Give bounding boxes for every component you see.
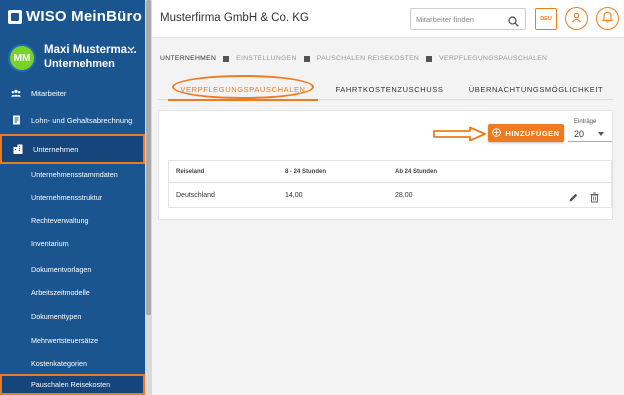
breadcrumb-item: VERPFLEGUNGSPAUSCHALEN <box>439 55 548 62</box>
logo-text: WISO MeinBüro <box>26 8 142 25</box>
sidebar-subitem[interactable]: Inventarium <box>0 232 145 254</box>
breadcrumb-separator <box>426 55 433 62</box>
sidebar-subitem[interactable]: Dokumentvorlagen <box>0 258 145 280</box>
user-icon <box>571 10 582 28</box>
breadcrumb: UNTERNEHMEN EINSTELLUNGEN PAUSCHALEN REI… <box>160 55 547 62</box>
app-window: WISO MeinBüro MM Maxi Musterma... Untern… <box>0 0 624 395</box>
entries-value: 20 <box>574 128 585 139</box>
cell-rate-8-24: 14,00 <box>285 192 303 199</box>
tab-bar: VERPFLEGUNGSPAUSCHALEN FAHRTKOSTENZUSCHU… <box>158 75 613 101</box>
notifications-button[interactable] <box>596 7 619 30</box>
rates-table: Reiseland 8 - 24 Stunden Ab 24 Stunden D… <box>168 160 612 208</box>
user-menu[interactable]: MM Maxi Musterma... Unternehmen <box>8 42 145 74</box>
language-button[interactable]: DEU <box>535 8 557 30</box>
tab-uebernachtungsmoeglichkeit[interactable]: ÜBERNACHTUNGSMÖGLICHKEIT <box>461 78 611 100</box>
sidebar-subitem[interactable]: Unternehmensstruktur <box>0 186 145 208</box>
breadcrumb-item[interactable]: UNTERNEHMEN <box>160 55 216 62</box>
caret-down-icon <box>598 132 604 136</box>
column-header-country[interactable]: Reiseland <box>176 169 204 175</box>
sidebar-subitem[interactable]: Dokumenttypen <box>0 305 145 327</box>
search-icon[interactable] <box>508 14 519 27</box>
sidebar-item-label: Lohn- und Gehaltsabrechnung <box>31 115 133 125</box>
company-name: Musterfirma GmbH & Co. KG <box>160 12 309 24</box>
profile-button[interactable] <box>565 7 588 30</box>
plus-circle-icon <box>492 127 502 139</box>
breadcrumb-item[interactable]: PAUSCHALEN REISEKOSTEN <box>317 55 419 62</box>
entries-label: Einträge <box>574 119 597 125</box>
add-button-label: HINZUFÜGEN <box>505 128 560 138</box>
breadcrumb-separator <box>223 55 230 62</box>
column-header-8-24[interactable]: 8 - 24 Stunden <box>285 169 326 175</box>
bell-icon <box>601 10 614 28</box>
add-button[interactable]: HINZUFÜGEN <box>488 124 564 142</box>
people-icon <box>11 88 21 98</box>
sidebar-scroll-thumb[interactable] <box>146 0 151 315</box>
avatar: MM <box>8 44 36 72</box>
sidebar-item-label: Mitarbeiter <box>31 88 67 98</box>
search-input[interactable] <box>416 13 502 26</box>
sidebar-item-mitarbeiter[interactable]: Mitarbeiter <box>0 79 145 107</box>
top-bar: Musterfirma GmbH & Co. KG DEU <box>152 0 624 38</box>
tab-active-indicator <box>168 99 318 101</box>
tab-fahrtkostenzuschuss[interactable]: FAHRTKOSTENZUSCHUSS <box>318 78 461 100</box>
sidebar-subitem[interactable]: Rechteverwaltung <box>0 209 145 231</box>
cell-country: Deutschland <box>176 192 215 199</box>
search-box[interactable] <box>410 8 526 30</box>
trash-icon[interactable] <box>589 190 600 203</box>
sidebar-item-payroll[interactable]: Lohn- und Gehaltsabrechnung <box>0 106 145 134</box>
entries-select[interactable]: 20 <box>568 126 612 142</box>
breadcrumb-item[interactable]: EINSTELLUNGEN <box>236 55 297 62</box>
logo-icon <box>8 9 22 24</box>
sidebar-item-label: Unternehmen <box>33 144 79 154</box>
payroll-icon <box>11 115 21 125</box>
cell-rate-24: 28,00 <box>395 192 413 199</box>
building-icon <box>13 144 23 154</box>
sidebar-item-unternehmen[interactable]: Unternehmen <box>0 134 145 164</box>
table-header: Reiseland 8 - 24 Stunden Ab 24 Stunden <box>169 161 611 183</box>
user-name: Maxi Musterma... <box>44 44 137 56</box>
tab-highlight-ellipse <box>172 75 314 99</box>
chevron-down-icon[interactable] <box>127 44 135 55</box>
column-header-24[interactable]: Ab 24 Stunden <box>395 169 437 175</box>
annotation-arrow-icon <box>433 126 486 142</box>
user-company: Unternehmen <box>44 58 115 70</box>
breadcrumb-separator <box>303 55 310 62</box>
sidebar-subitem-active[interactable]: Pauschalen Reisekosten <box>0 374 145 395</box>
sidebar: WISO MeinBüro MM Maxi Musterma... Untern… <box>0 0 152 395</box>
sidebar-subitem[interactable]: Mehrwertsteuersätze <box>0 329 145 351</box>
sidebar-subitem[interactable]: Unternehmensstammdaten <box>0 163 145 185</box>
sidebar-subitem[interactable]: Kostenkategorien <box>0 352 145 374</box>
sidebar-subitem[interactable]: Arbeitszeitmodelle <box>0 281 145 303</box>
logo[interactable]: WISO MeinBüro <box>8 8 142 25</box>
edit-icon[interactable] <box>568 190 579 202</box>
